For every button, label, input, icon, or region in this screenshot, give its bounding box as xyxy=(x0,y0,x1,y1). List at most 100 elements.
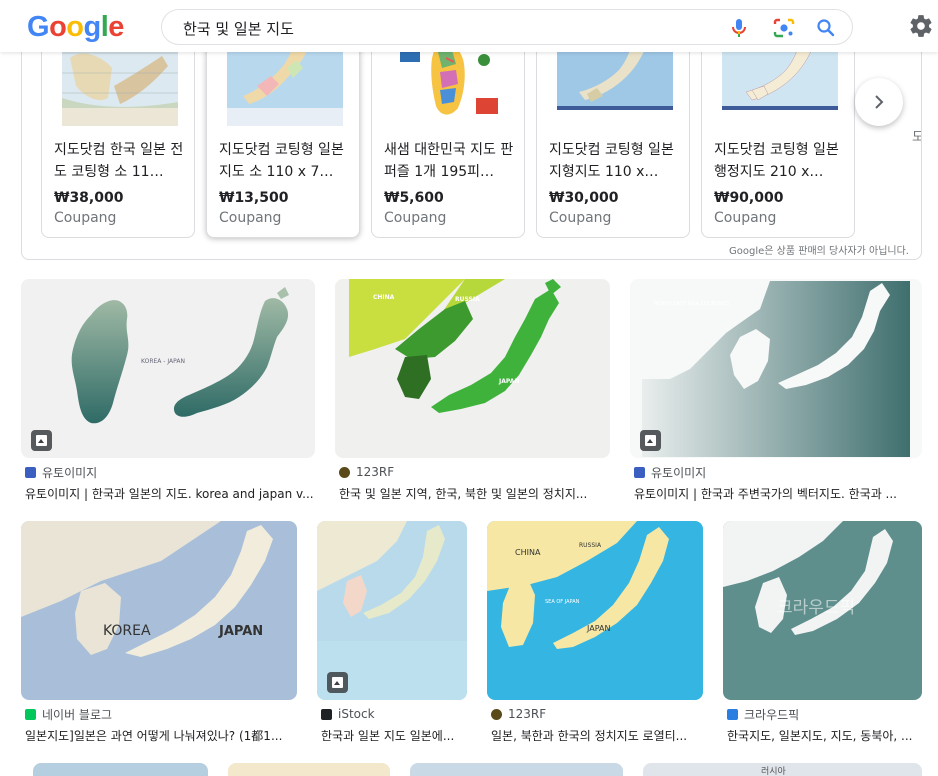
map-label: JAPAN xyxy=(586,624,610,633)
product-title[interactable]: 지도닷컴 코팅형 일본 지형지도 110 x… xyxy=(549,139,679,183)
site-favicon-icon xyxy=(339,466,350,478)
search-box[interactable] xyxy=(161,9,853,45)
product-price: ₩5,600 xyxy=(384,190,444,206)
product-store: Coupang xyxy=(219,210,282,226)
image-result[interactable]: NORTH EAST ASIA COUNTRIES 유토이미지 유토이미지 | … xyxy=(630,279,922,503)
image-type-badge-icon xyxy=(640,430,661,451)
image-result[interactable]: iStock 한국과 일본 지도 일본에... xyxy=(317,521,467,745)
source-row[interactable]: 네이버 블로그 xyxy=(25,706,112,722)
image-result[interactable]: 러시아 xyxy=(643,763,922,776)
image-type-badge-icon xyxy=(31,430,52,451)
product-store: Coupang xyxy=(384,210,447,226)
image-caption[interactable]: 일본지도]일본은 과연 어떻게 나눠져있나? (1都1... xyxy=(25,727,297,744)
map-label: CHINA xyxy=(515,548,541,557)
product-card[interactable]: 지도닷컴 코팅형 일본 행정지도 210 x… ₩90,000 Coupang xyxy=(701,38,855,238)
shopping-disclaimer: Google은 상품 판매의 당사자가 아닙니다. xyxy=(729,246,909,257)
source-row[interactable]: 유토이미지 xyxy=(634,464,706,480)
image-result[interactable]: CHINA RUSSIA JAPAN 123RF 한국 및 일본 지역, 한국,… xyxy=(335,279,610,503)
product-card[interactable]: 새샘 대한민국 지도 판퍼즐 1개 195피… ₩5,600 Coupang xyxy=(371,38,525,238)
map-label: RUSSIA xyxy=(579,542,602,549)
result-image[interactable]: CHINA RUSSIA JAPAN xyxy=(335,279,610,458)
map-label: CHINA xyxy=(373,294,395,301)
source-name: 유토이미지 xyxy=(651,465,707,480)
product-price: ₩38,000 xyxy=(54,190,124,206)
logo-letter: l xyxy=(100,11,109,43)
result-image[interactable]: 크라우드픽 xyxy=(723,521,922,700)
google-logo[interactable]: Google xyxy=(27,11,124,44)
product-card[interactable]: 지도닷컴 코팅형 일본 지형지도 110 x… ₩30,000 Coupang xyxy=(536,38,690,238)
image-caption[interactable]: 한국 및 일본 지역, 한국, 북한 및 일본의 정치지... xyxy=(339,485,610,502)
image-result[interactable] xyxy=(228,763,390,776)
site-favicon-icon xyxy=(321,708,332,720)
shopping-panel: 지도닷컴 한국 일본 전도 코팅형 소 11… ₩38,000 Coupang … xyxy=(21,38,922,260)
lens-icon[interactable] xyxy=(772,17,796,39)
product-title[interactable]: 지도닷컴 코팅형 일본 지도 소 110 x 7… xyxy=(219,139,349,183)
source-row[interactable]: 123RF xyxy=(491,706,546,722)
search-icon[interactable] xyxy=(815,17,837,39)
result-image[interactable]: KOREA JAPAN xyxy=(21,521,297,700)
image-caption[interactable]: 유토이미지 | 한국과 일본의 지도. korea and japan v... xyxy=(25,485,315,502)
product-store: Coupang xyxy=(54,210,117,226)
map-label: KOREA - JAPAN xyxy=(141,358,185,365)
product-card[interactable]: 지도닷컴 코팅형 일본 지도 소 110 x 7… ₩13,500 Coupan… xyxy=(206,38,360,238)
product-store: Coupang xyxy=(714,210,777,226)
source-row[interactable]: 크라우드픽 xyxy=(727,706,799,722)
image-result[interactable] xyxy=(33,763,208,776)
map-label: 러시아 xyxy=(761,767,786,776)
image-result[interactable]: KOREA - JAPAN 유토이미지 유토이미지 | 한국과 일본의 지도. … xyxy=(21,279,315,503)
image-caption[interactable]: 한국과 일본 지도 일본에... xyxy=(321,727,467,744)
site-favicon-icon xyxy=(25,708,36,720)
product-title[interactable]: 지도닷컴 코팅형 일본 행정지도 210 x… xyxy=(714,139,844,183)
mic-icon[interactable] xyxy=(729,17,749,39)
gear-icon[interactable] xyxy=(908,13,934,39)
source-row[interactable]: iStock xyxy=(321,706,375,722)
product-title[interactable]: 새샘 대한민국 지도 판퍼즐 1개 195피… xyxy=(384,139,514,183)
site-favicon-icon xyxy=(727,708,738,720)
logo-letter: o xyxy=(49,11,67,43)
result-image[interactable]: CHINA RUSSIA JAPAN SEA OF JAPAN xyxy=(487,521,703,700)
header-bar: Google xyxy=(0,0,938,52)
image-result[interactable]: 크라우드픽 크라우드픽 한국지도, 일본지도, 지도, 동북아, ... xyxy=(723,521,922,745)
logo-letter: g xyxy=(83,11,102,43)
product-price: ₩90,000 xyxy=(714,190,784,206)
result-image[interactable]: NORTH EAST ASIA COUNTRIES xyxy=(630,279,922,458)
image-caption[interactable]: 한국지도, 일본지도, 지도, 동북아, ... xyxy=(727,727,922,744)
product-card[interactable]: 지도닷컴 한국 일본 전도 코팅형 소 11… ₩38,000 Coupang xyxy=(41,38,195,238)
search-input[interactable] xyxy=(183,18,703,38)
source-name: 123RF xyxy=(508,707,547,721)
source-row[interactable]: 123RF xyxy=(339,464,394,480)
site-favicon-icon xyxy=(25,466,36,478)
image-caption[interactable]: 일본, 북한과 한국의 정치지도 로열티... xyxy=(491,727,703,744)
source-name: iStock xyxy=(338,707,375,721)
logo-letter: G xyxy=(27,11,50,43)
result-image[interactable]: KOREA - JAPAN xyxy=(21,279,315,458)
image-type-badge-icon xyxy=(327,672,348,693)
logo-letter: o xyxy=(66,11,84,43)
source-row[interactable]: 유토이미지 xyxy=(25,464,97,480)
next-product-clipped: 도 xyxy=(912,126,921,145)
source-name: 유토이미지 xyxy=(42,465,98,480)
source-name: 크라우드픽 xyxy=(744,707,800,722)
site-favicon-icon xyxy=(491,708,502,720)
watermark-text: 크라우드픽 xyxy=(777,598,855,618)
product-price: ₩30,000 xyxy=(549,190,619,206)
image-result[interactable] xyxy=(410,763,623,776)
product-store: Coupang xyxy=(549,210,612,226)
product-title[interactable]: 지도닷컴 한국 일본 전도 코팅형 소 11… xyxy=(54,139,184,183)
source-name: 123RF xyxy=(356,465,395,479)
map-label: RUSSIA xyxy=(455,296,480,303)
map-label: JAPAN xyxy=(498,378,519,385)
source-name: 네이버 블로그 xyxy=(42,707,113,722)
map-label: SEA OF JAPAN xyxy=(545,599,580,605)
image-result[interactable]: KOREA JAPAN 네이버 블로그 일본지도]일본은 과연 어떻게 나눠져있… xyxy=(21,521,297,745)
image-caption[interactable]: 유토이미지 | 한국과 주변국가의 벡터지도. 한국과 ... xyxy=(634,485,922,502)
carousel-next-button[interactable] xyxy=(855,78,903,126)
map-label: NORTH EAST ASIA COUNTRIES xyxy=(654,301,730,307)
chevron-right-icon xyxy=(875,95,884,109)
product-price: ₩13,500 xyxy=(219,190,289,206)
site-favicon-icon xyxy=(634,466,645,478)
logo-letter: e xyxy=(108,11,124,43)
map-label: KOREA xyxy=(103,623,151,639)
image-result[interactable]: CHINA RUSSIA JAPAN SEA OF JAPAN 123RF 일본… xyxy=(487,521,703,745)
map-label: JAPAN xyxy=(218,624,263,639)
